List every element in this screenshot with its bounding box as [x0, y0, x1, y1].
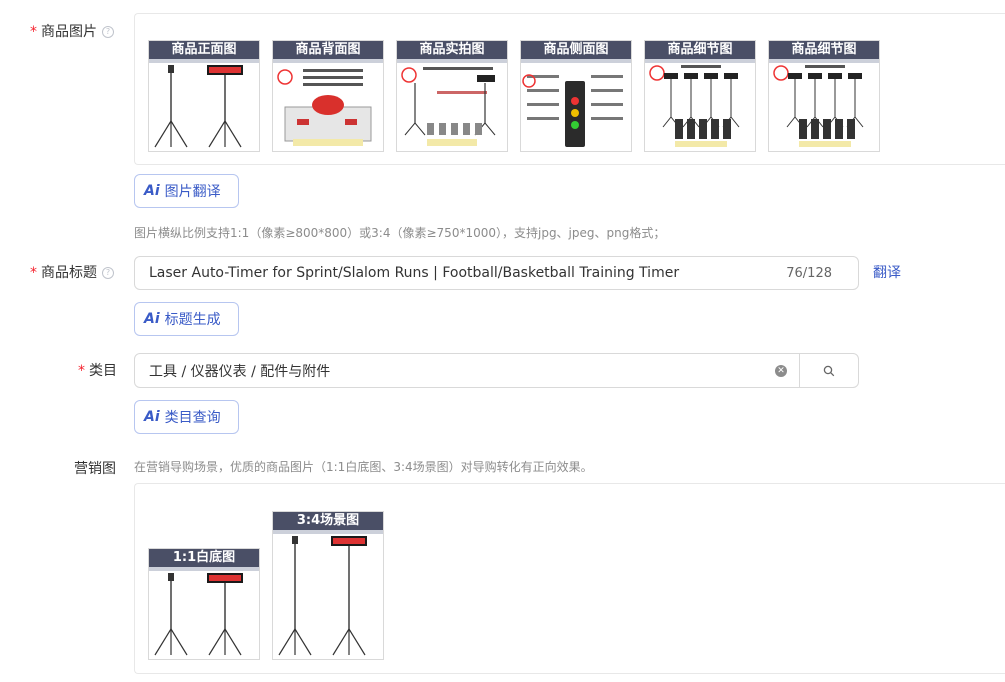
thumbnail-caption: 商品细节图	[769, 41, 879, 59]
product-photo-graphic	[273, 512, 383, 659]
image-translate-button[interactable]: Ai 图片翻译	[134, 174, 239, 208]
image-thumbnail[interactable]: 商品侧面图	[520, 40, 632, 152]
category-value: 工具 / 仪器仪表 / 配件与附件	[149, 363, 331, 380]
product-images-label: * 商品图片?	[30, 21, 114, 41]
thumbnail-caption: 1:1白底图	[149, 549, 259, 567]
marketing-images-panel	[134, 483, 1005, 674]
thumbnail-caption: 商品背面图	[273, 41, 383, 59]
thumbnail-caption: 商品正面图	[149, 41, 259, 59]
image-thumbnail[interactable]: 商品背面图	[272, 40, 384, 152]
search-button[interactable]	[800, 354, 858, 387]
title-input-value: Laser Auto-Timer for Sprint/Slalom Runs …	[149, 265, 680, 281]
help-icon[interactable]: ?	[102, 267, 114, 279]
ai-icon: Ai	[144, 311, 160, 327]
image-thumbnail[interactable]: 商品细节图	[644, 40, 756, 152]
search-icon	[823, 365, 835, 376]
thumbnail-caption: 商品侧面图	[521, 41, 631, 59]
clear-icon[interactable]: ✕	[775, 364, 787, 377]
title-input[interactable]: Laser Auto-Timer for Sprint/Slalom Runs …	[134, 256, 859, 290]
title-label: * 商品标题?	[30, 262, 114, 282]
thumbnail-caption: 3:4场景图	[273, 512, 383, 530]
marketing-label: 营销图	[74, 461, 116, 477]
image-thumbnail[interactable]: 商品实拍图	[396, 40, 508, 152]
title-char-counter: 76/128	[786, 265, 832, 281]
category-select[interactable]: 工具 / 仪器仪表 / 配件与附件 ✕	[134, 353, 859, 388]
marketing-hint: 在营销导购场景，优质的商品图片（1:1白底图、3:4场景图）对导购转化有正向效果…	[134, 460, 593, 474]
ai-icon: Ai	[144, 183, 160, 199]
image-thumbnail[interactable]: 商品细节图	[768, 40, 880, 152]
image-hint: 图片横纵比例支持1:1（像素≥800*800）或3:4（像素≥750*1000）…	[134, 226, 666, 240]
image-thumbnail[interactable]: 1:1白底图	[148, 548, 260, 660]
category-query-button[interactable]: Ai 类目查询	[134, 400, 239, 434]
help-icon[interactable]: ?	[102, 26, 114, 38]
thumbnail-caption: 商品细节图	[645, 41, 755, 59]
thumbnail-caption: 商品实拍图	[397, 41, 507, 59]
title-generate-button[interactable]: Ai 标题生成	[134, 302, 239, 336]
ai-icon: Ai	[144, 409, 160, 425]
title-translate-link[interactable]: 翻译	[873, 262, 901, 282]
image-thumbnail[interactable]: 3:4场景图	[272, 511, 384, 660]
category-label: * 类目	[78, 363, 117, 379]
image-thumbnail[interactable]: 商品正面图	[148, 40, 260, 152]
